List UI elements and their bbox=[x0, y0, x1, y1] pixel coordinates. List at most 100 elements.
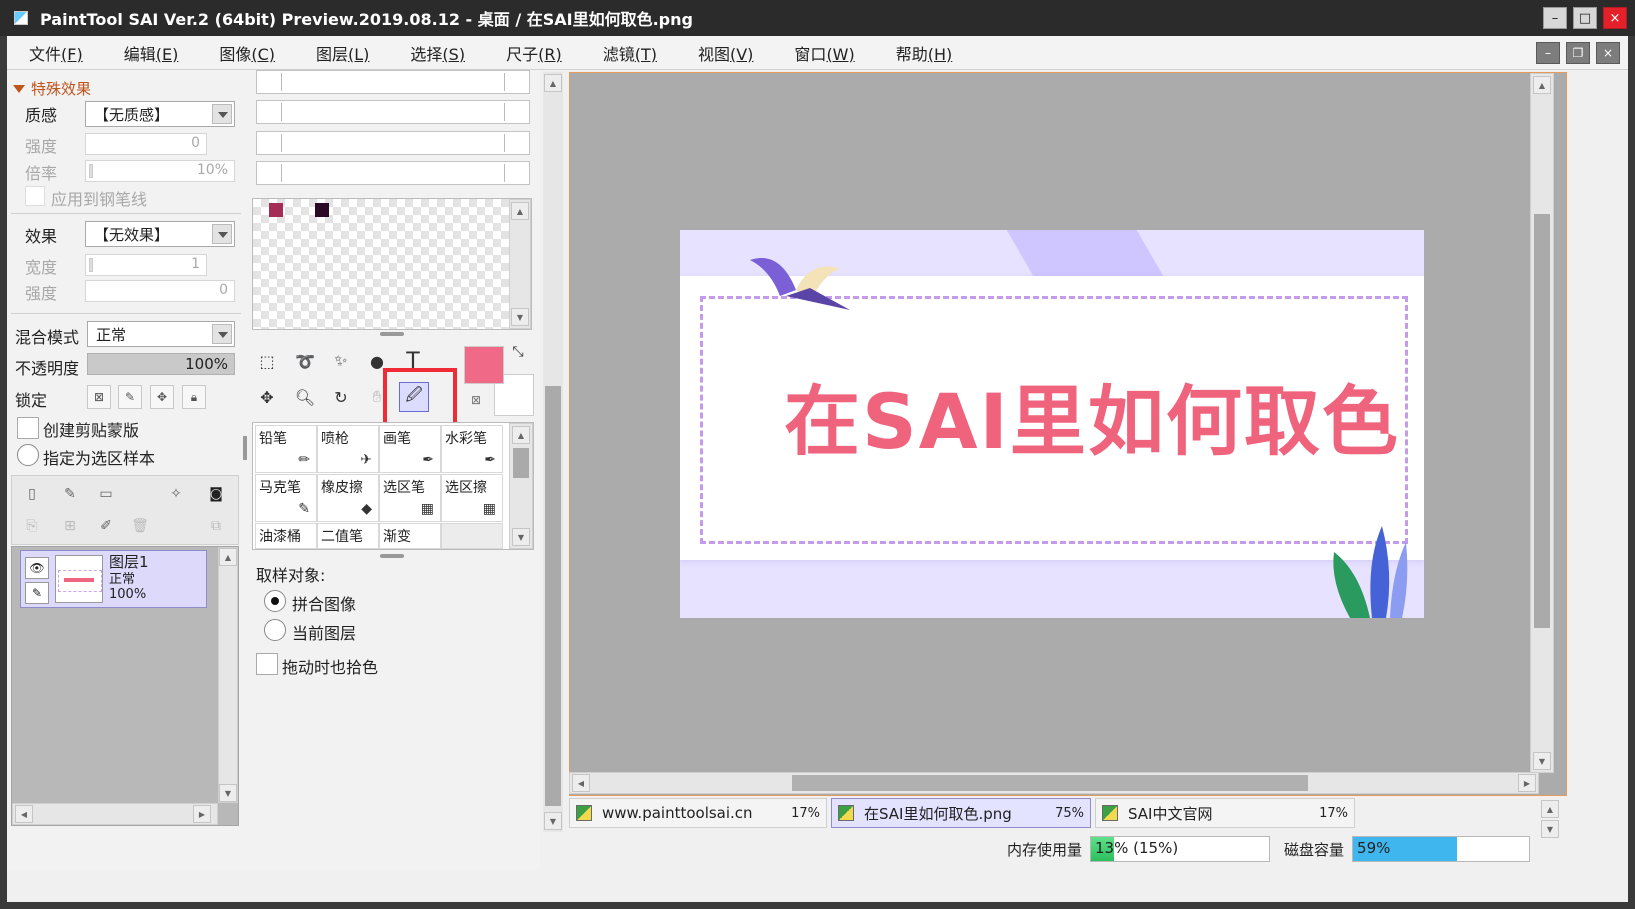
menu-edit[interactable]: 编辑(E) bbox=[102, 41, 198, 65]
swap-colors-icon[interactable]: ⤡ bbox=[508, 342, 528, 362]
menu-filter[interactable]: 滤镜(T) bbox=[581, 41, 676, 65]
tool-panel-scrollbar[interactable]: ▲ ▼ bbox=[543, 72, 563, 832]
selection-source-toggle[interactable] bbox=[17, 444, 39, 466]
brush-brush[interactable]: 画笔 ✒ bbox=[379, 425, 441, 473]
scroll-thumb[interactable] bbox=[792, 775, 1308, 791]
brush-select-pen[interactable]: 选区笔 ▦ bbox=[379, 474, 441, 522]
menu-file[interactable]: 文件(F) bbox=[7, 41, 102, 65]
clipping-mask-checkbox[interactable] bbox=[17, 417, 39, 439]
scroll-up-icon[interactable]: ▲ bbox=[512, 426, 530, 444]
scroll-up-icon[interactable]: ▲ bbox=[511, 202, 529, 220]
strength2-field[interactable]: 0 bbox=[85, 280, 235, 302]
panel-resize-handle[interactable] bbox=[380, 332, 404, 336]
scroll-down-icon[interactable]: ▼ bbox=[544, 812, 562, 830]
menu-window[interactable]: 窗口(W) bbox=[772, 41, 873, 65]
tab-current-document[interactable]: 在SAI里如何取色.png 75% bbox=[831, 798, 1091, 828]
tab-scroll-up-icon[interactable]: ▲ bbox=[1541, 800, 1559, 818]
close-button[interactable]: × bbox=[1603, 7, 1627, 29]
color-slider[interactable] bbox=[256, 100, 530, 124]
slider-handle[interactable] bbox=[89, 258, 93, 272]
scroll-down-icon[interactable]: ▼ bbox=[219, 784, 237, 802]
artwork-image[interactable]: 在SAI里如何取色 bbox=[680, 230, 1424, 618]
rect-select-icon[interactable]: ⬚ bbox=[252, 346, 282, 376]
maximize-button[interactable]: □ bbox=[1573, 7, 1597, 29]
scroll-up-icon[interactable]: ▲ bbox=[1533, 76, 1551, 94]
pen-icon[interactable]: ✎ bbox=[25, 582, 49, 604]
sample-current-radio[interactable] bbox=[264, 619, 286, 641]
merge-down-icon[interactable]: ⊞ bbox=[60, 516, 80, 536]
brush-select-eraser[interactable]: 选区擦 ▦ bbox=[441, 474, 503, 522]
tab-painttoolsai[interactable]: www.painttoolsai.cn 17% bbox=[569, 798, 827, 828]
menu-image[interactable]: 图像(C) bbox=[197, 41, 294, 65]
drag-pick-checkbox[interactable] bbox=[256, 653, 278, 675]
color-slider[interactable] bbox=[256, 131, 530, 155]
layer-list-hscrollbar[interactable]: ◀ ▶ bbox=[12, 803, 218, 825]
brush-scrollbar[interactable]: ▲ ▼ bbox=[509, 423, 533, 549]
primary-color[interactable] bbox=[464, 346, 504, 384]
transparent-color-icon[interactable]: ⊠ bbox=[464, 388, 488, 412]
effects-section-header[interactable]: 特殊效果 bbox=[13, 78, 91, 99]
clear-layer-icon[interactable]: ✐ bbox=[96, 516, 116, 536]
brush-gradient[interactable]: 渐变 bbox=[379, 523, 441, 549]
scroll-left-icon[interactable]: ◀ bbox=[15, 805, 33, 823]
zoom-icon[interactable]: 🔍︎ bbox=[290, 382, 320, 412]
scroll-up-icon[interactable]: ▲ bbox=[544, 74, 562, 92]
brush-airbrush[interactable]: 喷枪 ✈ bbox=[317, 425, 379, 473]
lock-paint-button[interactable]: ✎ bbox=[118, 385, 142, 409]
new-layer-icon[interactable]: ▯ bbox=[22, 484, 42, 504]
trash-icon[interactable]: 🗑︎ bbox=[130, 516, 150, 536]
opacity-slider[interactable]: 100% bbox=[87, 353, 235, 375]
scroll-down-icon[interactable]: ▼ bbox=[1533, 752, 1551, 770]
lock-all-button[interactable]: 🔒︎ bbox=[182, 385, 206, 409]
scroll-thumb[interactable] bbox=[513, 448, 529, 478]
color-slider[interactable] bbox=[256, 70, 530, 94]
copy-layer-icon[interactable]: ⎘ bbox=[22, 516, 42, 536]
menu-help[interactable]: 帮助(H) bbox=[874, 41, 972, 65]
blend-mode-dropdown[interactable]: 正常 bbox=[87, 321, 235, 347]
scroll-thumb[interactable] bbox=[1534, 214, 1550, 628]
scroll-right-icon[interactable]: ▶ bbox=[193, 805, 211, 823]
canvas-viewport[interactable]: 在SAI里如何取色 ▲ ▼ bbox=[569, 72, 1567, 796]
sample-merged-radio[interactable] bbox=[264, 590, 286, 612]
lasso-icon[interactable]: ➰ bbox=[290, 346, 320, 376]
rotate-icon[interactable]: ↻ bbox=[326, 382, 356, 412]
minimize-button[interactable]: – bbox=[1543, 7, 1567, 29]
color-slider[interactable] bbox=[256, 161, 530, 185]
doc-minimize-button[interactable]: – bbox=[1536, 42, 1560, 64]
lock-move-button[interactable]: ✥ bbox=[150, 385, 174, 409]
effect-dropdown[interactable]: 【无效果】 bbox=[85, 221, 235, 247]
scroll-up-icon[interactable]: ▲ bbox=[219, 548, 237, 566]
width-field[interactable]: 1 bbox=[85, 254, 207, 276]
lock-transparency-button[interactable]: ⊠ bbox=[87, 385, 111, 409]
panel-resize-handle[interactable] bbox=[243, 436, 247, 460]
scale-field[interactable]: 10% bbox=[85, 160, 235, 182]
new-folder-icon[interactable]: ▭ bbox=[96, 484, 116, 504]
brush-marker[interactable]: 马克笔 ✎ bbox=[255, 474, 317, 522]
brush-bucket[interactable]: 油漆桶 bbox=[255, 523, 317, 549]
scroll-left-icon[interactable]: ◀ bbox=[572, 774, 590, 792]
doc-restore-button[interactable]: ❐ bbox=[1566, 42, 1590, 64]
slider-handle[interactable] bbox=[89, 164, 93, 178]
doc-close-button[interactable]: × bbox=[1596, 42, 1620, 64]
brush-eraser[interactable]: 橡皮擦 ◆ bbox=[317, 474, 379, 522]
texture-dropdown[interactable]: 【无质感】 bbox=[85, 101, 235, 127]
brush-binary[interactable]: 二值笔 bbox=[317, 523, 379, 549]
move-icon[interactable]: ✥ bbox=[252, 382, 282, 412]
strength-field[interactable]: 0 bbox=[85, 133, 207, 155]
new-pen-layer-icon[interactable]: ✎ bbox=[60, 484, 80, 504]
eye-icon[interactable]: 👁︎ bbox=[25, 557, 49, 579]
canvas-hscrollbar[interactable]: ◀ ▶ bbox=[569, 772, 1539, 794]
menu-select[interactable]: 选择(S) bbox=[388, 41, 484, 65]
scroll-thumb[interactable] bbox=[545, 386, 561, 806]
tab-sai-official[interactable]: SAI中文官网 17% bbox=[1095, 798, 1355, 828]
swatch-scrollbar[interactable]: ▲ ▼ bbox=[509, 199, 531, 329]
panel-resize-handle[interactable] bbox=[380, 554, 404, 558]
layer-mask-icon[interactable]: ◙ bbox=[206, 484, 226, 504]
swatch-palette[interactable]: ▲ ▼ bbox=[252, 198, 532, 330]
menu-layer[interactable]: 图层(L) bbox=[294, 41, 388, 65]
brush-pencil[interactable]: 铅笔 ✏ bbox=[255, 425, 317, 473]
magic-wand-icon[interactable]: ✨︎ bbox=[326, 346, 356, 376]
menu-view[interactable]: 视图(V) bbox=[676, 41, 772, 65]
menu-ruler[interactable]: 尺子(R) bbox=[484, 41, 581, 65]
merge-mask-icon[interactable]: ⧉ bbox=[206, 516, 226, 536]
